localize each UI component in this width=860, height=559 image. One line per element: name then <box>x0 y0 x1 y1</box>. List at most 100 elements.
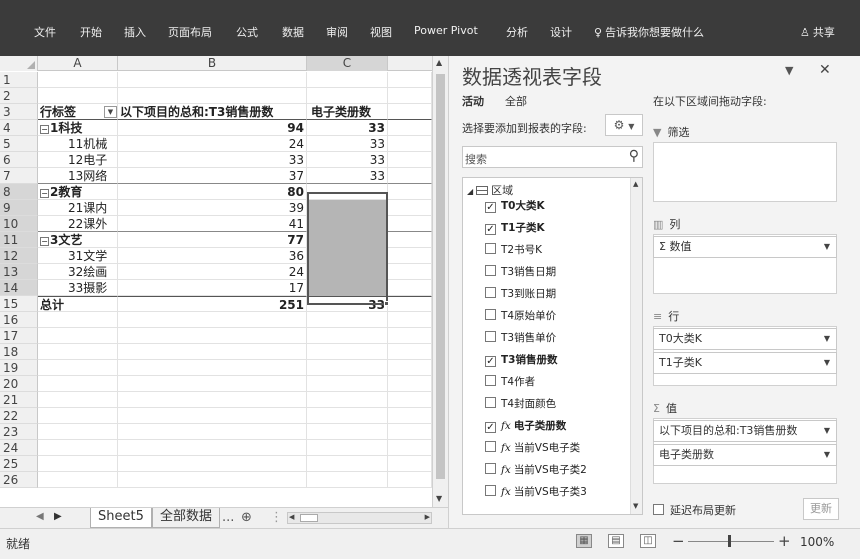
row-header[interactable]: 4 <box>0 120 38 136</box>
cell-c[interactable] <box>307 344 388 360</box>
field-item[interactable]: fx 当前VS电子类3 <box>485 485 587 505</box>
field-checkbox[interactable]: ✓ <box>485 422 496 433</box>
column-field-values[interactable]: Σ 数值 ▼ <box>653 236 837 258</box>
field-item[interactable]: ✓ fx 电子类册数 <box>485 419 566 439</box>
field-item[interactable]: T3销售日期 <box>485 265 556 285</box>
field-checkbox[interactable] <box>485 397 496 408</box>
row-header[interactable]: 1 <box>0 72 38 88</box>
defer-checkbox[interactable] <box>653 504 664 515</box>
tab-data[interactable]: 数据 <box>282 24 304 40</box>
cell-d[interactable] <box>388 264 432 280</box>
cell-c[interactable]: 33 <box>307 120 388 136</box>
row-header[interactable]: 19 <box>0 360 38 376</box>
field-item[interactable]: T3到账日期 <box>485 287 556 307</box>
cell-c[interactable]: 33 <box>307 168 388 184</box>
zoom-slider-thumb[interactable] <box>728 535 731 547</box>
field-checkbox[interactable] <box>485 331 496 342</box>
cell-a[interactable]: 32绘画 <box>38 264 118 280</box>
scroll-up-arrow-icon[interactable]: ▲ <box>436 58 442 67</box>
chevron-down-icon[interactable]: ▼ <box>824 421 830 441</box>
cell-b[interactable]: 39 <box>118 200 307 216</box>
field-checkbox[interactable]: ✓ <box>485 224 496 235</box>
field-item[interactable]: T4封面颜色 <box>485 397 556 417</box>
cell-a[interactable] <box>38 440 118 456</box>
cell-c[interactable] <box>307 312 388 328</box>
cell-a[interactable]: 33摄影 <box>38 280 118 296</box>
column-header-c[interactable]: C <box>307 56 388 71</box>
split-handle-icon[interactable]: ⋮ <box>270 510 283 525</box>
cell-b[interactable] <box>118 456 307 472</box>
cell-d[interactable] <box>388 376 432 392</box>
close-icon[interactable]: ✕ <box>819 62 831 78</box>
cell-c[interactable] <box>307 248 388 264</box>
filters-drop-zone[interactable] <box>653 142 837 202</box>
cell-c[interactable] <box>307 232 388 248</box>
cell-a[interactable] <box>38 456 118 472</box>
row-header[interactable]: 6 <box>0 152 38 168</box>
row-header[interactable]: 16 <box>0 312 38 328</box>
cell-b[interactable] <box>118 376 307 392</box>
tab-insert[interactable]: 插入 <box>124 24 146 40</box>
cell-d[interactable] <box>388 392 432 408</box>
tab-review[interactable]: 审阅 <box>326 24 348 40</box>
cell-a[interactable]: 21课内 <box>38 200 118 216</box>
cell-a[interactable] <box>38 472 118 488</box>
field-list-scrollbar[interactable]: ▲ ▼ <box>630 178 642 514</box>
row-header[interactable]: 13 <box>0 264 38 280</box>
field-checkbox[interactable] <box>485 463 496 474</box>
row-header[interactable]: 21 <box>0 392 38 408</box>
row-header[interactable]: 3 <box>0 104 38 120</box>
column-header-a[interactable]: A <box>38 56 118 71</box>
fill-handle[interactable] <box>384 301 389 306</box>
cell-d[interactable] <box>388 216 432 232</box>
cell-d[interactable] <box>388 184 432 200</box>
field-scroll-down-icon[interactable]: ▼ <box>633 502 638 510</box>
tab-next-icon[interactable]: ▶ <box>54 511 62 522</box>
cell-c[interactable] <box>307 200 388 216</box>
row-field-0[interactable]: T0大类K ▼ <box>653 328 837 350</box>
cell-d[interactable] <box>388 456 432 472</box>
cell-c[interactable] <box>307 280 388 296</box>
cell-b[interactable] <box>118 440 307 456</box>
cell-b[interactable]: 33 <box>118 152 307 168</box>
cell-a[interactable] <box>38 88 118 104</box>
row-header[interactable]: 7 <box>0 168 38 184</box>
cell-a[interactable]: −1科技 <box>38 120 118 136</box>
tab-active-fields[interactable]: 活动 <box>462 93 484 109</box>
cell-b[interactable] <box>118 72 307 88</box>
cell-d[interactable] <box>388 424 432 440</box>
field-scroll-up-icon[interactable]: ▲ <box>633 180 638 188</box>
cell-d[interactable] <box>388 408 432 424</box>
field-list[interactable]: ◢ 区域 ▲ ▼ ✓ T0大类K ✓ T1子类K T2书号K T3销售日期 T3到账日期 T4原… <box>462 177 643 515</box>
field-item[interactable]: T3销售单价 <box>485 331 556 351</box>
row-header[interactable]: 8 <box>0 184 38 200</box>
cell-a[interactable]: 22课外 <box>38 216 118 232</box>
pane-options-chevron-icon[interactable]: ▼ <box>785 64 793 77</box>
hscroll-left-icon[interactable]: ◀ <box>289 513 294 521</box>
hscroll-right-icon[interactable]: ▶ <box>425 513 430 521</box>
cell-a[interactable] <box>38 328 118 344</box>
cell-d[interactable] <box>388 296 432 312</box>
hscroll-thumb[interactable] <box>300 514 318 522</box>
cell-a[interactable]: 13网络 <box>38 168 118 184</box>
cell-c[interactable] <box>307 328 388 344</box>
sheet-tab-all-data[interactable]: 全部数据 <box>152 508 221 528</box>
collapse-icon[interactable]: − <box>40 237 49 246</box>
row-header[interactable]: 20 <box>0 376 38 392</box>
cell-b[interactable] <box>118 328 307 344</box>
tab-file[interactable]: 文件 <box>34 24 56 40</box>
cell-d[interactable] <box>388 120 432 136</box>
cell-b[interactable] <box>118 472 307 488</box>
cell-d[interactable] <box>388 200 432 216</box>
share-button[interactable]: ♙ 共享 <box>800 24 835 40</box>
cell-d[interactable] <box>388 312 432 328</box>
cell-c[interactable]: 33 <box>307 296 388 312</box>
collapse-icon[interactable]: − <box>40 189 49 198</box>
row-header[interactable]: 18 <box>0 344 38 360</box>
field-search-input[interactable]: 搜索 ⚲ <box>462 146 643 168</box>
cell-d[interactable] <box>388 360 432 376</box>
row-field-1[interactable]: T1子类K ▼ <box>653 352 837 374</box>
cell-c[interactable]: 33 <box>307 152 388 168</box>
cell-a[interactable]: 行标签 ▼ <box>38 104 118 120</box>
cell-c[interactable] <box>307 216 388 232</box>
